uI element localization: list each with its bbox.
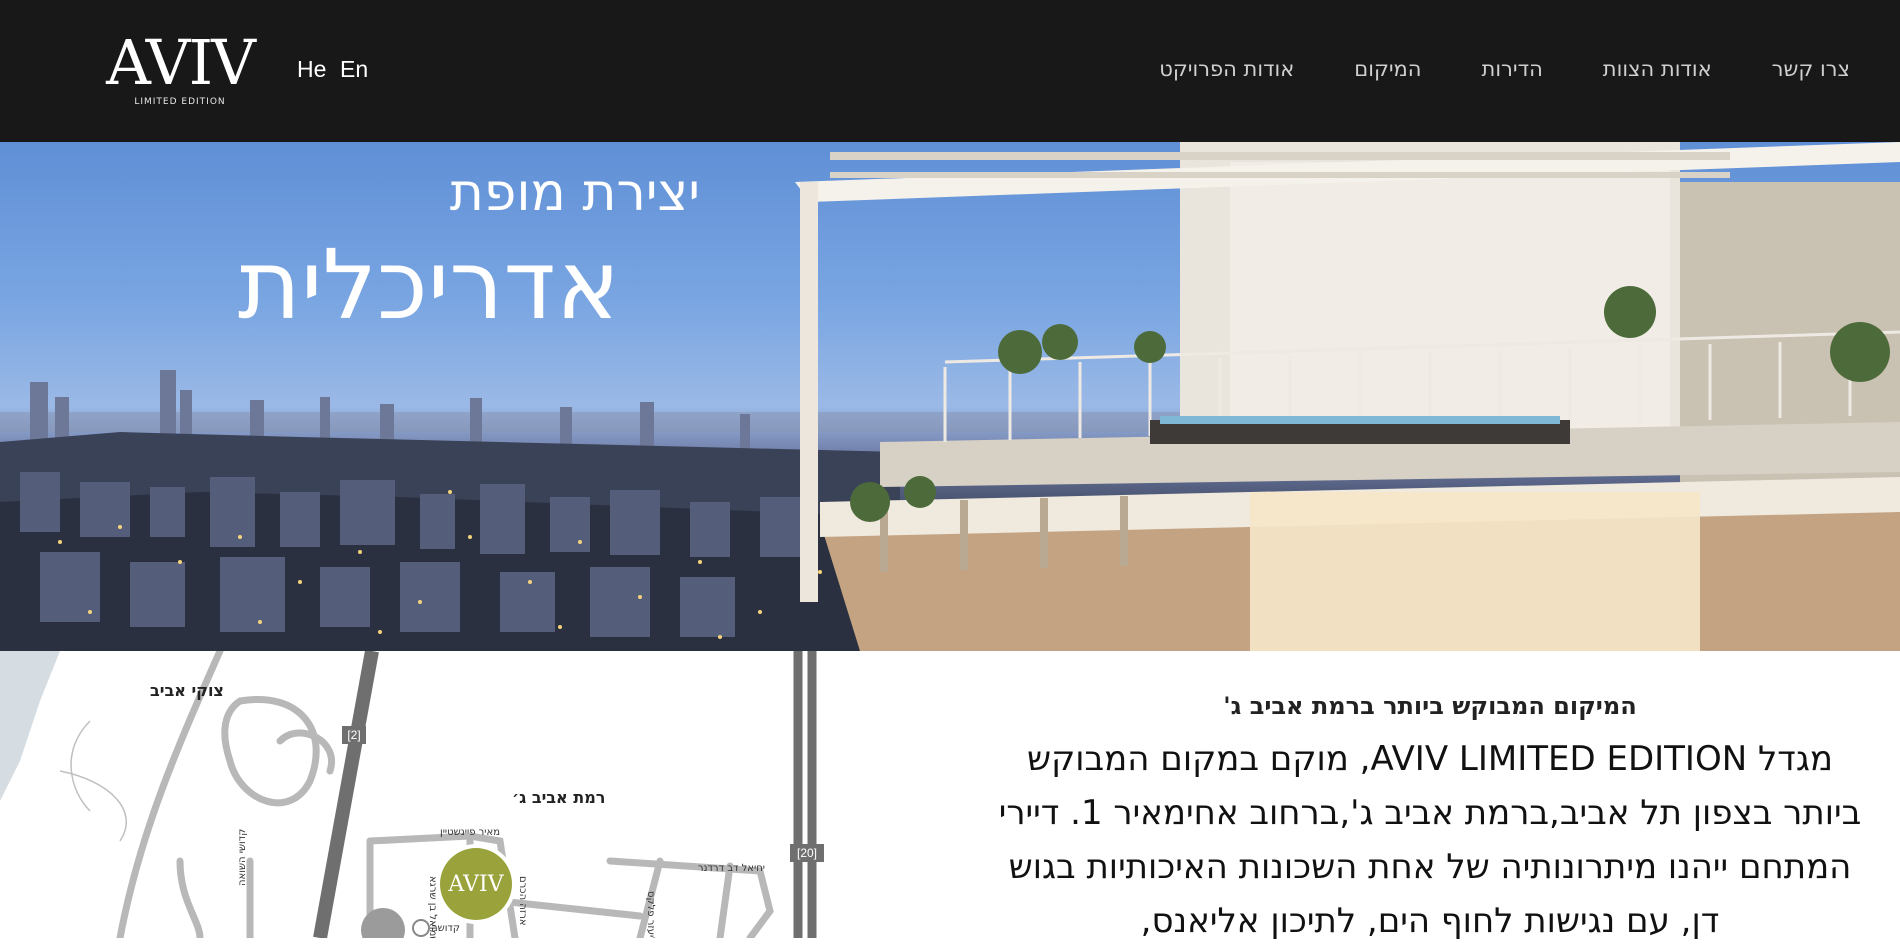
nav-contact[interactable]: צרו קשר <box>1772 55 1850 83</box>
nav-apartments[interactable]: הדירות <box>1482 55 1543 83</box>
street-label: מאיר פיינשטיין <box>440 827 500 838</box>
aviv-location-marker[interactable]: AVIV <box>436 844 516 924</box>
road-2-label: [2] <box>347 728 360 742</box>
road-20-label: [20] <box>797 846 817 860</box>
nav-location[interactable]: המיקום <box>1354 55 1421 83</box>
logo-wordmark: AVIV <box>106 26 256 99</box>
nav-about-project[interactable]: אודות הפרויקט <box>1159 55 1294 83</box>
language-en-link[interactable]: En <box>340 55 368 83</box>
language-he-link[interactable]: He <box>297 55 326 83</box>
street-label: יחיאל דב דרדנר <box>698 863 765 874</box>
street-label: אליעזר פלקס <box>645 891 656 938</box>
site-header: AVIV LIMITED EDITION He En אודות הפרויקט… <box>0 0 1900 142</box>
hero-banner: יצירת מופת אדריכלית <box>0 142 1900 651</box>
map-pin <box>412 919 430 937</box>
hero-title-small: יצירת מופת <box>449 163 700 223</box>
ramat-aviv-label: רמת אביב ג׳ <box>512 788 605 807</box>
street-label: ארזה הכרם <box>517 876 528 926</box>
tzuki-aviv-label: צוקי אביב <box>150 681 224 700</box>
street-label: קדושי השואה <box>237 829 248 886</box>
hero-image <box>0 142 1900 651</box>
location-description: המיקום המבוקש ביותר ברמת אביב ג' מגדל AV… <box>990 686 1870 948</box>
location-paragraph: מגדל AVIV LIMITED EDITION, מוקם במקום המ… <box>998 739 1862 941</box>
map-drawing: [2] [20] צוקי אביב רמת אביב ג׳ מאיר פיינ… <box>0 651 824 938</box>
main-nav: אודות הפרויקט המיקום הדירות אודות הצוות … <box>1159 55 1850 83</box>
nav-about-team[interactable]: אודות הצוות <box>1603 55 1712 83</box>
logo[interactable]: AVIV LIMITED EDITION <box>100 30 260 115</box>
hero-title-big: אדריכלית <box>237 229 620 341</box>
location-map[interactable]: [2] [20] צוקי אביב רמת אביב ג׳ מאיר פיינ… <box>0 651 830 938</box>
marker-logo: AVIV <box>447 872 504 897</box>
location-subheading: המיקום המבוקש ביותר ברמת אביב ג' <box>1223 692 1637 720</box>
